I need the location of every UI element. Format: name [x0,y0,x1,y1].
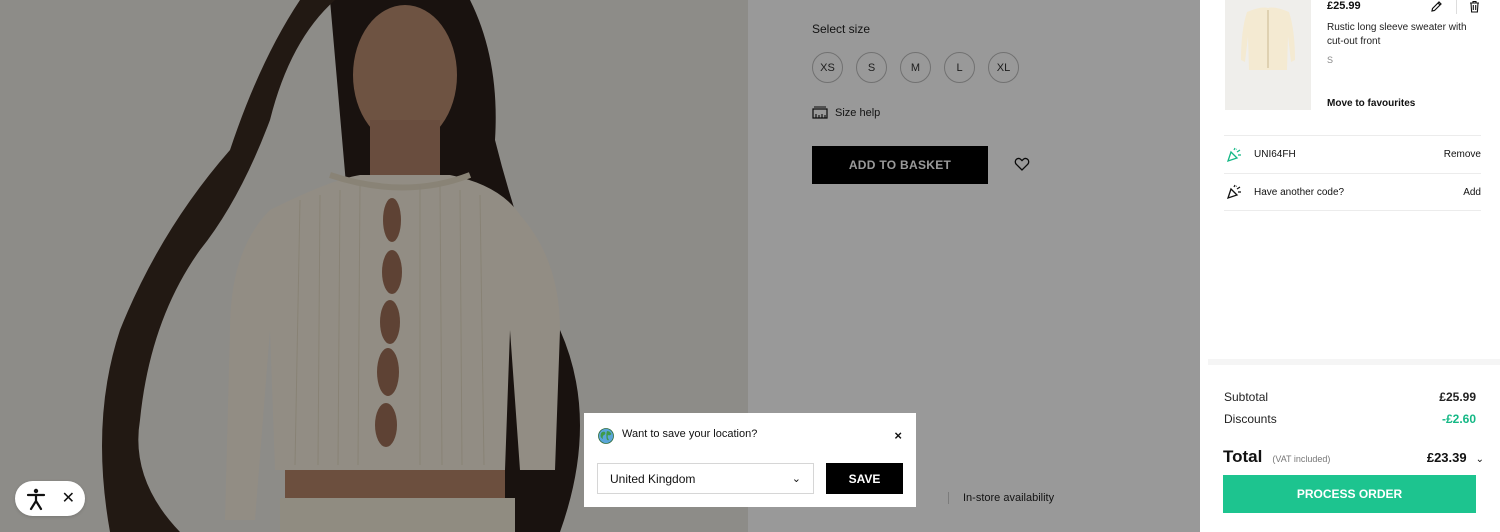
basket-item-price: £25.99 [1327,0,1361,12]
basket-item-size: S [1327,55,1334,65]
party-popper-icon [1226,184,1241,200]
total-row[interactable]: Total (VAT included) £23.39 ⌄ [1223,447,1484,467]
pencil-icon[interactable] [1430,0,1443,13]
close-icon[interactable]: ✕ [62,490,75,507]
applied-discount-code: UNI64FH Remove [1224,135,1481,173]
discounts-row: Discounts -£2.60 [1224,412,1476,426]
add-code-button[interactable]: Add [1463,187,1481,198]
order-summary: Subtotal £25.99 Discounts -£2.60 Total (… [1208,359,1500,532]
globe-icon [598,428,614,444]
location-popup-title: Want to save your location? [622,428,758,440]
subtotal-row: Subtotal £25.99 [1224,390,1476,404]
add-discount-code[interactable]: Have another code? Add [1224,173,1481,211]
trash-icon[interactable] [1468,0,1481,13]
subtotal-value: £25.99 [1439,390,1476,404]
accessibility-widget[interactable]: ✕ [15,481,85,516]
save-location-button[interactable]: SAVE [826,463,903,494]
basket-item-name[interactable]: Rustic long sleeve sweater with cut-out … [1327,21,1477,49]
basket-item-image[interactable] [1225,0,1311,110]
vat-label: (VAT included) [1272,454,1331,464]
chevron-down-icon[interactable]: ⌄ [1476,454,1484,465]
total-label: Total [1223,447,1263,466]
discounts-label: Discounts [1224,412,1277,426]
country-select-value: United Kingdom [610,471,696,486]
divider [1456,0,1457,14]
country-select[interactable]: United Kingdom ⌄ [597,463,814,494]
total-value: £23.39 [1426,450,1467,465]
accessibility-icon[interactable] [24,487,48,511]
chevron-down-icon: ⌄ [791,473,801,485]
discounts-value: -£2.60 [1441,412,1476,426]
another-code-label: Have another code? [1254,186,1345,198]
subtotal-label: Subtotal [1224,390,1269,404]
discount-code-value: UNI64FH [1254,149,1296,160]
process-order-button[interactable]: PROCESS ORDER [1223,475,1476,513]
close-icon[interactable]: × [894,428,902,443]
location-popup: Want to save your location? × United Kin… [584,413,916,507]
party-popper-icon [1226,147,1241,162]
remove-code-button[interactable]: Remove [1444,149,1481,160]
move-to-favourites-link[interactable]: Move to favourites [1327,98,1415,109]
